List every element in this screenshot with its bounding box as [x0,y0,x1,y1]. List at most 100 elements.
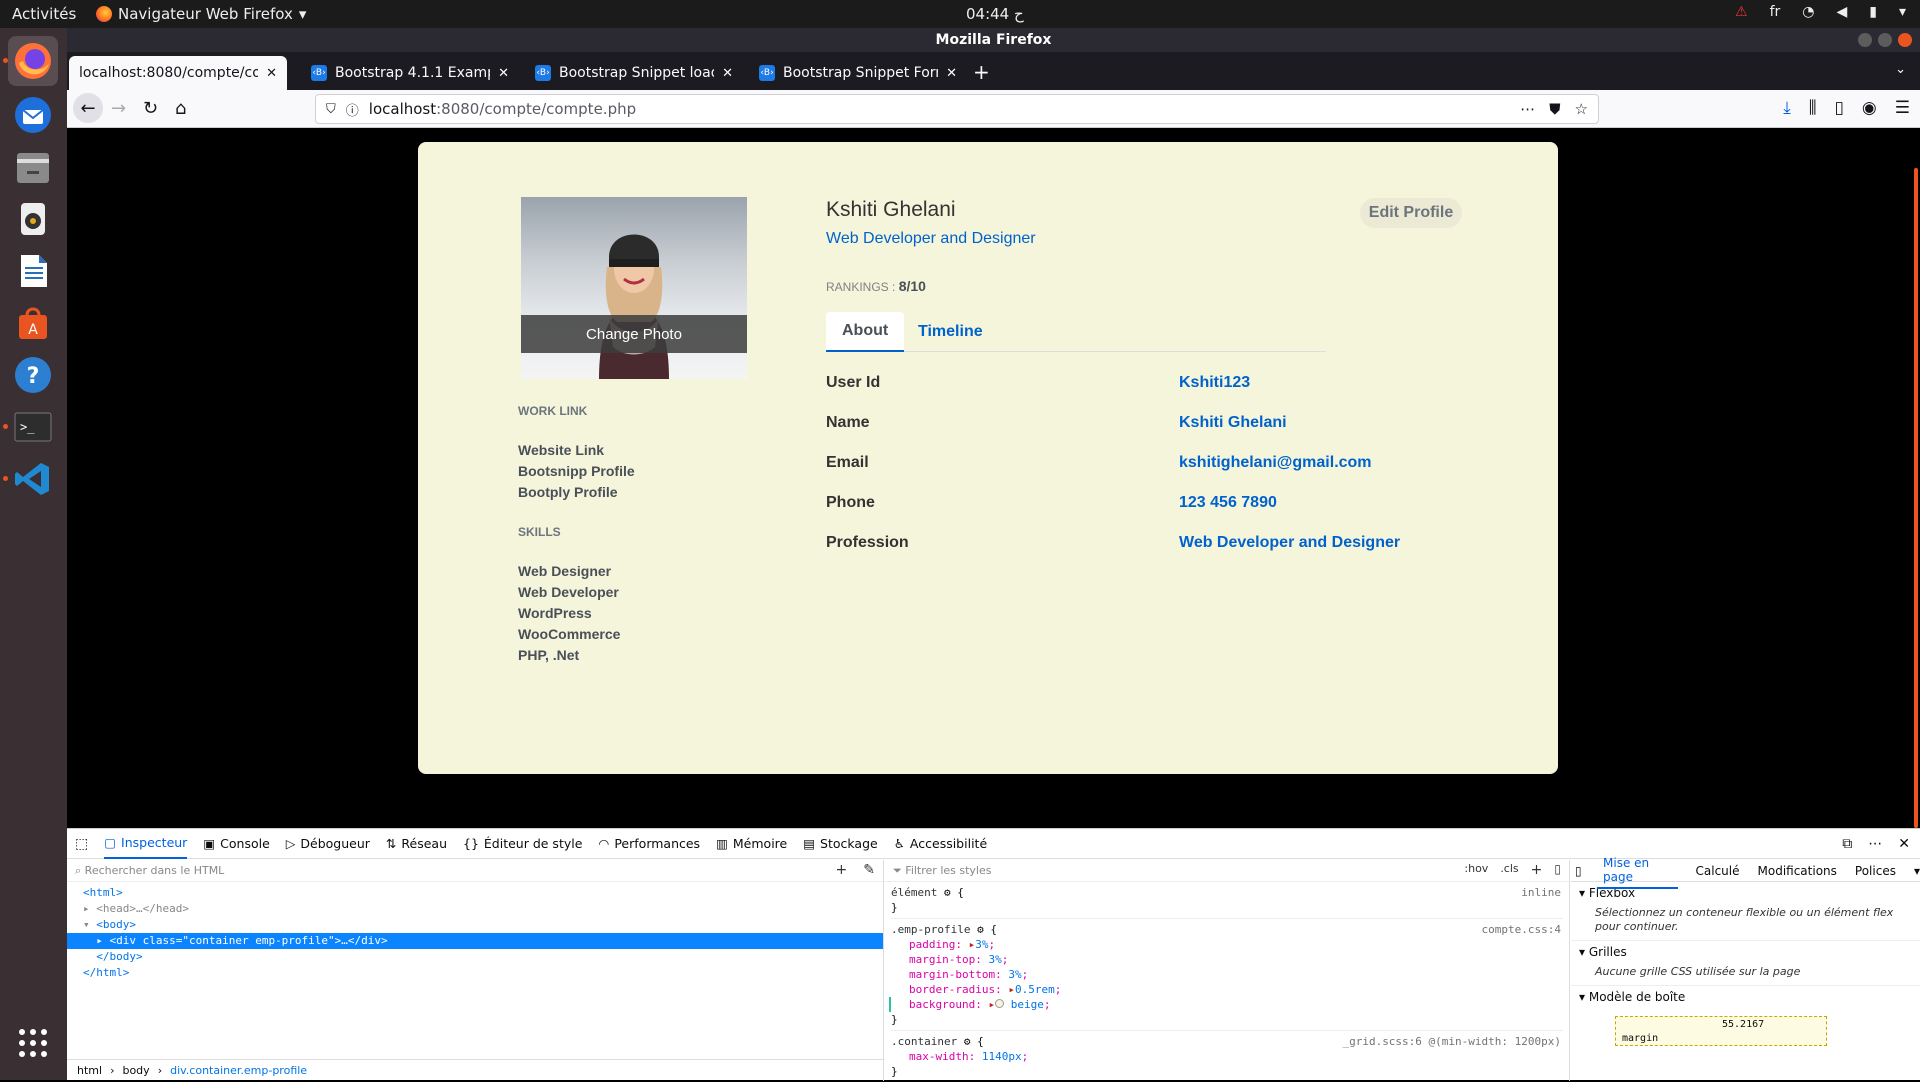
box-model-diagram[interactable]: margin 55.2167 [1615,1016,1827,1046]
tab-localhost[interactable]: localhost:8080/compte/compte.php ✕ [69,56,287,90]
tab-snippet-form[interactable]: ‹B› Bootstrap Snippet Form ✕ [749,56,967,90]
app-menu[interactable]: Navigateur Web Firefox ▾ [96,5,306,23]
devtools-tab-performance[interactable]: ◠ Performances [598,829,700,859]
html-node[interactable]: </html> [67,965,883,981]
close-window-button[interactable] [1898,33,1912,47]
breadcrumb-item[interactable]: body [122,1064,149,1077]
back-button[interactable]: ← [73,93,103,123]
close-tab-icon[interactable]: ✕ [946,66,957,81]
tab-layout[interactable]: Mise en page [1597,853,1678,889]
toggle-sidebar-icon[interactable]: ▯ [1575,864,1582,878]
new-tab-button[interactable]: + [973,60,990,84]
skill-item[interactable]: Web Designer [518,561,635,582]
more-options-icon[interactable]: ⋯ [1868,836,1882,852]
terminal-launcher[interactable]: >_ [8,402,58,452]
css-declaration[interactable]: background: ▸ beige; [889,997,1563,1012]
change-photo-button[interactable]: Change Photo [521,315,747,353]
firefox-launcher[interactable] [8,36,58,86]
software-center-launcher[interactable]: A [8,298,58,348]
css-declaration[interactable]: border-radius: ▸0.5rem; [891,982,1563,997]
close-tab-icon[interactable]: ✕ [266,66,277,81]
html-node[interactable]: </body> [67,949,883,965]
rule-source[interactable]: compte.css:4 [1482,922,1561,937]
html-node[interactable]: ▾ <body> [67,917,883,933]
print-simulation-icon[interactable]: ▯ [1554,862,1561,878]
volume-icon[interactable]: ◀ [1836,4,1847,20]
devtools-tab-memory[interactable]: ▥ Mémoire [716,829,787,859]
vscode-launcher[interactable] [8,454,58,504]
skill-item[interactable]: WordPress [518,603,635,624]
gear-icon[interactable]: ⚙ [944,886,951,899]
close-tab-icon[interactable]: ✕ [498,66,509,81]
devtools-tab-debugger[interactable]: ▷ Débogueur [286,829,370,859]
chevron-down-icon[interactable]: ▾ [1914,864,1920,878]
home-button[interactable]: ⌂ [175,98,186,119]
add-rule-icon[interactable]: + [1531,862,1543,878]
html-search[interactable]: ⌕ Rechercher dans le HTML + ✎ [67,860,883,882]
breadcrumb-item[interactable]: div.container.emp-profile [170,1064,307,1077]
skill-item[interactable]: Web Developer [518,582,635,603]
bookmark-star-icon[interactable]: ☆ [1575,100,1588,118]
tab-about[interactable]: About [826,312,905,352]
files-launcher[interactable] [8,142,58,192]
system-tray[interactable]: ⚠ fr ◔ ◀ ▮ ▾ [1735,4,1906,20]
language-indicator[interactable]: fr [1770,4,1781,20]
box-model-toggle[interactable]: ▾ Modèle de boîte [1579,990,1912,1004]
page-actions-icon[interactable]: ⋯ [1520,100,1535,118]
tab-snippet-loading[interactable]: ‹B› Bootstrap Snippet loading ✕ [525,56,743,90]
dock-toggle-icon[interactable]: ⧉ [1842,836,1852,852]
scrollbar-thumb[interactable] [1914,168,1918,828]
element-picker-icon[interactable]: ⬚ [75,836,88,852]
maximize-button[interactable] [1878,33,1892,47]
html-node-selected[interactable]: ▸ <div class="container emp-profile">…</… [67,933,883,949]
close-devtools-icon[interactable]: ✕ [1898,836,1910,852]
library-icon[interactable]: ⫼ [1809,98,1817,118]
add-node-icon[interactable]: + [836,862,848,878]
devtools-tab-console[interactable]: ▣ Console [203,829,269,859]
color-swatch-icon[interactable] [995,999,1005,1008]
skill-item[interactable]: WooCommerce [518,624,635,645]
downloads-icon[interactable]: ⤓ [1783,98,1791,118]
show-applications-button[interactable] [8,1018,58,1068]
tab-computed[interactable]: Calculé [1696,864,1740,878]
css-declaration[interactable]: margin-bottom: 3%; [891,967,1563,982]
work-link-item[interactable]: Bootsnipp Profile [518,461,635,482]
page-scrollbar[interactable] [1910,128,1920,828]
url-bar[interactable]: ⛉ ⓘ localhost:8080/compte/compte.php ⋯ ⛊… [315,94,1599,124]
skill-item[interactable]: PHP, .Net [518,645,635,666]
minimize-button[interactable] [1858,33,1872,47]
libreoffice-writer-launcher[interactable] [8,246,58,296]
wifi-icon[interactable]: ◔ [1802,4,1814,20]
shield-icon[interactable]: ⛉ [326,102,336,117]
clock[interactable]: 04:44 ح [966,5,1024,23]
html-node[interactable]: ▸ <head>…</head> [67,901,883,917]
gear-icon[interactable]: ⚙ [977,923,984,936]
devtools-tab-network[interactable]: ⇅ Réseau [386,829,447,859]
close-tab-icon[interactable]: ✕ [722,66,733,81]
edit-profile-button[interactable]: Edit Profile [1360,198,1462,228]
html-node[interactable]: <html> [67,885,883,901]
info-icon[interactable]: ⓘ [346,100,359,119]
css-declaration[interactable]: margin-top: 3%; [891,952,1563,967]
rhythmbox-launcher[interactable] [8,194,58,244]
tab-timeline[interactable]: Timeline [902,312,999,352]
thunderbird-launcher[interactable] [8,90,58,140]
power-menu-icon[interactable]: ▾ [1899,4,1906,20]
forward-button[interactable]: → [111,98,126,119]
box-margin-value[interactable]: 55.2167 [1722,1019,1764,1030]
menu-icon[interactable]: ☰ [1895,98,1910,118]
sidebar-icon[interactable]: ▯ [1835,98,1844,118]
styles-filter[interactable]: ⏷ Filtrer les styles :hov .cls + ▯ [885,860,1569,882]
work-link-item[interactable]: Bootply Profile [518,482,635,503]
reload-button[interactable]: ↻ [143,98,158,119]
devtools-tab-storage[interactable]: ▤ Stockage [803,829,877,859]
rule-source[interactable]: _grid.scss:6 @(min-width: 1200px) [1342,1034,1561,1049]
pocket-icon[interactable]: ⛊ [1549,100,1560,118]
tab-bootstrap-example[interactable]: ‹B› Bootstrap 4.1.1 Example ✕ [301,56,519,90]
devtools-tab-style-editor[interactable]: {} Éditeur de style [463,829,582,859]
gear-icon[interactable]: ⚙ [964,1035,971,1048]
cls-toggle[interactable]: .cls [1500,862,1518,878]
tab-fonts[interactable]: Polices [1855,864,1896,878]
battery-icon[interactable]: ▮ [1869,4,1877,20]
grid-toggle[interactable]: ▾ Grilles [1579,945,1912,959]
